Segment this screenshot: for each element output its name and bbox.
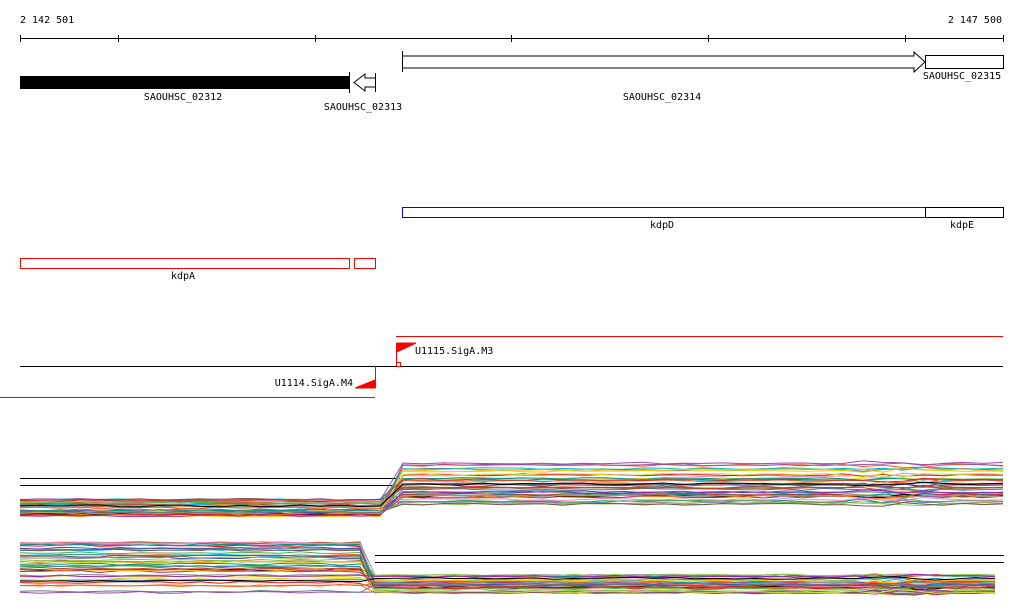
operon-kdpA[interactable] (20, 258, 350, 269)
operon-kdpA-part[interactable] (354, 258, 376, 269)
gene-label: SAOUHSC_02312 (144, 92, 222, 103)
operon-label: kdpE (950, 220, 974, 231)
expression-track-reverse (19, 541, 1004, 596)
gene-SAOUHSC_02312[interactable] (20, 76, 349, 89)
promoter-arrow-icon[interactable] (354, 366, 376, 389)
expression-line (19, 541, 996, 577)
operon-track[interactable]: kdpD kdpE kdpA (20, 207, 1004, 283)
gene-SAOUHSC_02313[interactable] (353, 72, 376, 93)
promoter-label: U1114.SigA.M4 (275, 378, 353, 389)
expression-track-forward (19, 460, 1004, 518)
ruler-start-label: 2 142 501 (20, 15, 74, 26)
genome-browser-view: 2 142 501 2 147 500 SAOUHSC_02312 SAOUHS… (0, 15, 1004, 596)
ruler-end-label: 2 147 500 (948, 15, 1002, 26)
promoter-label: U1115.SigA.M3 (415, 346, 493, 357)
operon-kdpE[interactable] (925, 207, 1004, 218)
gene-label: SAOUHSC_02315 (923, 71, 1001, 82)
gene-SAOUHSC_02314[interactable] (402, 50, 926, 74)
gene-label: SAOUHSC_02313 (324, 102, 402, 113)
operon-label: kdpD (650, 220, 674, 231)
gene-track[interactable]: SAOUHSC_02312 SAOUHSC_02313 SAOUHSC_0231… (20, 50, 1004, 113)
gene-SAOUHSC_02315[interactable] (925, 55, 1004, 69)
promoter-arrow-icon[interactable] (396, 342, 417, 363)
gene-label: SAOUHSC_02314 (623, 92, 701, 103)
coordinate-ruler: 2 142 501 2 147 500 (20, 15, 1004, 42)
promoter-track[interactable]: U1115.SigA.M3 U1114.SigA.M4 (0, 336, 1003, 398)
operon-label: kdpA (171, 271, 195, 282)
operon-kdpD[interactable] (402, 207, 926, 218)
